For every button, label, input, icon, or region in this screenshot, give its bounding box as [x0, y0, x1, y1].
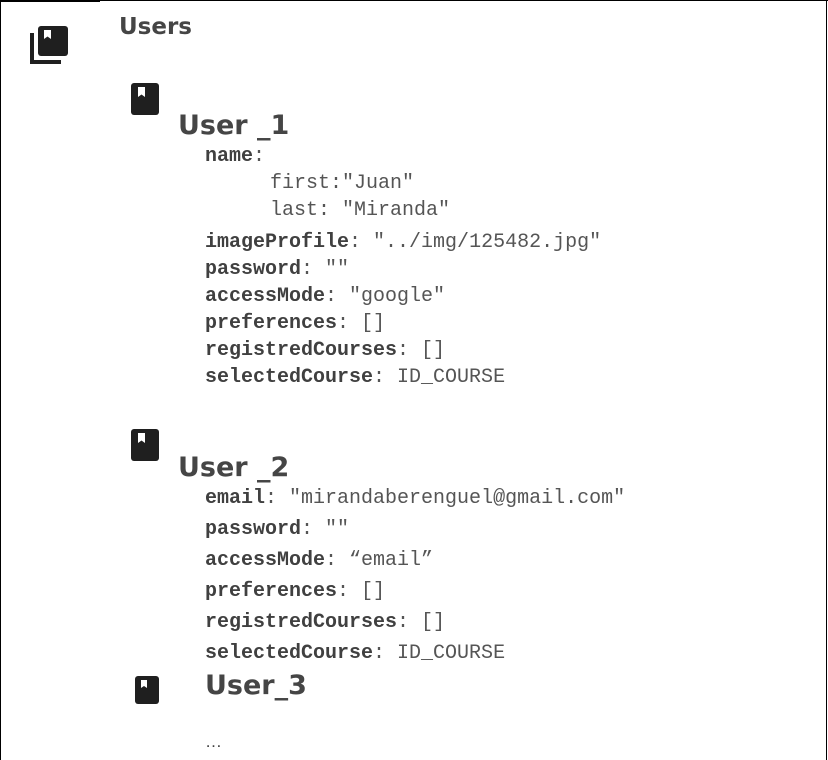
field-row: accessMode: "google"	[205, 285, 445, 309]
field-key: preferences	[205, 580, 338, 603]
field-row: registredCourses: []	[205, 611, 445, 635]
field-key: registredCourses	[205, 611, 398, 634]
field-value: ID_COURSE	[397, 642, 506, 665]
field-key: imageProfile	[205, 231, 350, 254]
field-row: preferences: []	[205, 312, 385, 336]
field-row: selectedCourse: ID_COURSE	[205, 642, 505, 666]
user-1-title: User _1	[178, 110, 290, 141]
field-key: password	[205, 518, 302, 541]
frame-top-border	[0, 0, 828, 1]
field-row: last: "Miranda"	[270, 199, 450, 223]
bookmark-icon	[135, 676, 159, 704]
field-value: "../img/125482.jpg"	[373, 231, 602, 254]
field-row: first:"Juan"	[270, 172, 414, 196]
field-row: imageProfile: "../img/125482.jpg"	[205, 231, 601, 255]
field-separator: :	[337, 580, 362, 603]
user-3-title: User_3	[205, 670, 307, 701]
field-value: ""	[325, 518, 350, 541]
user-2-title: User _2	[178, 452, 290, 483]
field-separator: :	[265, 487, 290, 510]
page-title: Users	[119, 14, 192, 40]
field-separator: :	[325, 549, 350, 572]
field-key: accessMode	[205, 549, 326, 572]
field-row: accessMode: “email”	[205, 549, 433, 573]
field-key: registredCourses	[205, 339, 398, 362]
field-key: email	[205, 487, 266, 510]
field-separator: :	[301, 518, 326, 541]
field-row: password: ""	[205, 518, 349, 542]
field-value: “email”	[349, 549, 434, 572]
field-value: []	[361, 580, 386, 603]
field-row: preferences: []	[205, 580, 385, 604]
field-separator: :	[301, 258, 326, 281]
field-separator: :	[373, 642, 398, 665]
bookmark-icon	[131, 83, 159, 115]
field-value: "mirandaberenguel@gmail.com"	[289, 487, 626, 510]
field-row: selectedCourse: ID_COURSE	[205, 366, 505, 390]
field-row: email: "mirandaberenguel@gmail.com"	[205, 487, 625, 511]
field-key: preferences	[205, 312, 338, 335]
field-key: accessMode	[205, 285, 326, 308]
field-separator: :	[337, 312, 362, 335]
field-key: selectedCourse	[205, 366, 374, 389]
field-value: []	[421, 339, 446, 362]
frame-top-accent	[0, 0, 100, 2]
frame-left-border	[0, 0, 1, 760]
field-row: registredCourses: []	[205, 339, 445, 363]
field-key: password	[205, 258, 302, 281]
field-separator: :	[253, 145, 266, 168]
frame-right-border	[826, 0, 827, 760]
field-separator: :	[397, 339, 422, 362]
field-separator: :	[373, 366, 398, 389]
field-row: password: ""	[205, 258, 349, 282]
field-row: name:	[205, 145, 265, 169]
field-value: []	[421, 611, 446, 634]
field-value: ID_COURSE	[397, 366, 506, 389]
field-key: selectedCourse	[205, 642, 374, 665]
bookmark-icon	[131, 429, 159, 461]
field-separator: :	[349, 231, 374, 254]
field-separator: :	[397, 611, 422, 634]
field-value: last: "Miranda"	[270, 199, 451, 222]
field-key: name	[205, 145, 254, 168]
field-value: "google"	[349, 285, 446, 308]
field-value: first:"Juan"	[270, 172, 415, 195]
field-value: []	[361, 312, 386, 335]
collection-bookmark-icon	[30, 26, 68, 64]
field-value: ""	[325, 258, 350, 281]
field-separator: :	[325, 285, 350, 308]
more-indicator: …	[205, 732, 222, 751]
